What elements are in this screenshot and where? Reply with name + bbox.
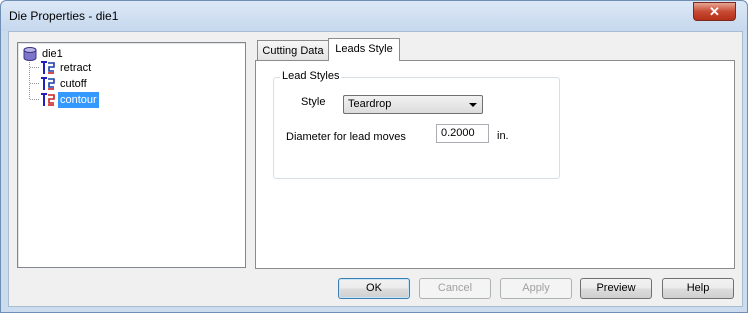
close-icon: ✕ — [709, 4, 720, 19]
help-button[interactable]: Help — [662, 278, 734, 299]
dialog-client-area: die1 retract cutoff contour Cutting Data… — [8, 31, 743, 307]
tree-connector — [30, 83, 39, 84]
diameter-input-value: 0.2000 — [441, 127, 475, 139]
tool-path-icon — [41, 77, 55, 90]
window-title: Die Properties - die1 — [9, 9, 119, 23]
tool-path-icon — [41, 61, 55, 74]
database-icon — [23, 47, 37, 61]
preview-button[interactable]: Preview — [580, 278, 652, 299]
ok-button-label: OK — [366, 282, 382, 294]
apply-button-label: Apply — [522, 282, 550, 294]
diameter-input[interactable]: 0.2000 — [436, 124, 489, 143]
close-button[interactable]: ✕ — [693, 2, 736, 21]
tree-item-label: retract — [60, 62, 92, 74]
tree-item-label: contour — [58, 92, 99, 108]
tree-item-label: cutoff — [60, 78, 87, 90]
leads-style-panel: Lead Styles Style Teardrop Diameter for … — [255, 60, 735, 269]
chevron-down-icon — [469, 103, 477, 107]
tree-connector — [30, 99, 39, 100]
diameter-label: Diameter for lead moves — [286, 131, 406, 143]
diameter-unit: in. — [497, 130, 509, 142]
style-label: Style — [301, 96, 326, 108]
ok-button[interactable]: OK — [338, 278, 410, 299]
cancel-button[interactable]: Cancel — [419, 278, 491, 299]
tab-cutting-data[interactable]: Cutting Data — [257, 40, 329, 60]
dialog-window: Die Properties - die1 ✕ die1 retract cut… — [0, 0, 748, 313]
tool-path-icon — [41, 93, 55, 106]
apply-button[interactable]: Apply — [500, 278, 572, 299]
title-bar[interactable]: Die Properties - die1 — [1, 1, 747, 31]
tab-label: Cutting Data — [262, 45, 324, 57]
die-tree-view[interactable]: die1 retract cutoff contour — [17, 42, 246, 268]
cancel-button-label: Cancel — [437, 282, 473, 294]
style-dropdown-value: Teardrop — [348, 98, 392, 110]
group-title: Lead Styles — [280, 70, 342, 82]
help-button-label: Help — [686, 282, 710, 294]
preview-button-label: Preview — [596, 282, 636, 294]
tab-label: Leads Style — [335, 43, 393, 55]
tab-leads-style[interactable]: Leads Style — [328, 38, 400, 61]
style-dropdown[interactable]: Teardrop — [343, 95, 483, 114]
tree-connector — [30, 67, 39, 68]
lead-styles-group: Lead Styles Style Teardrop Diameter for … — [273, 70, 560, 179]
